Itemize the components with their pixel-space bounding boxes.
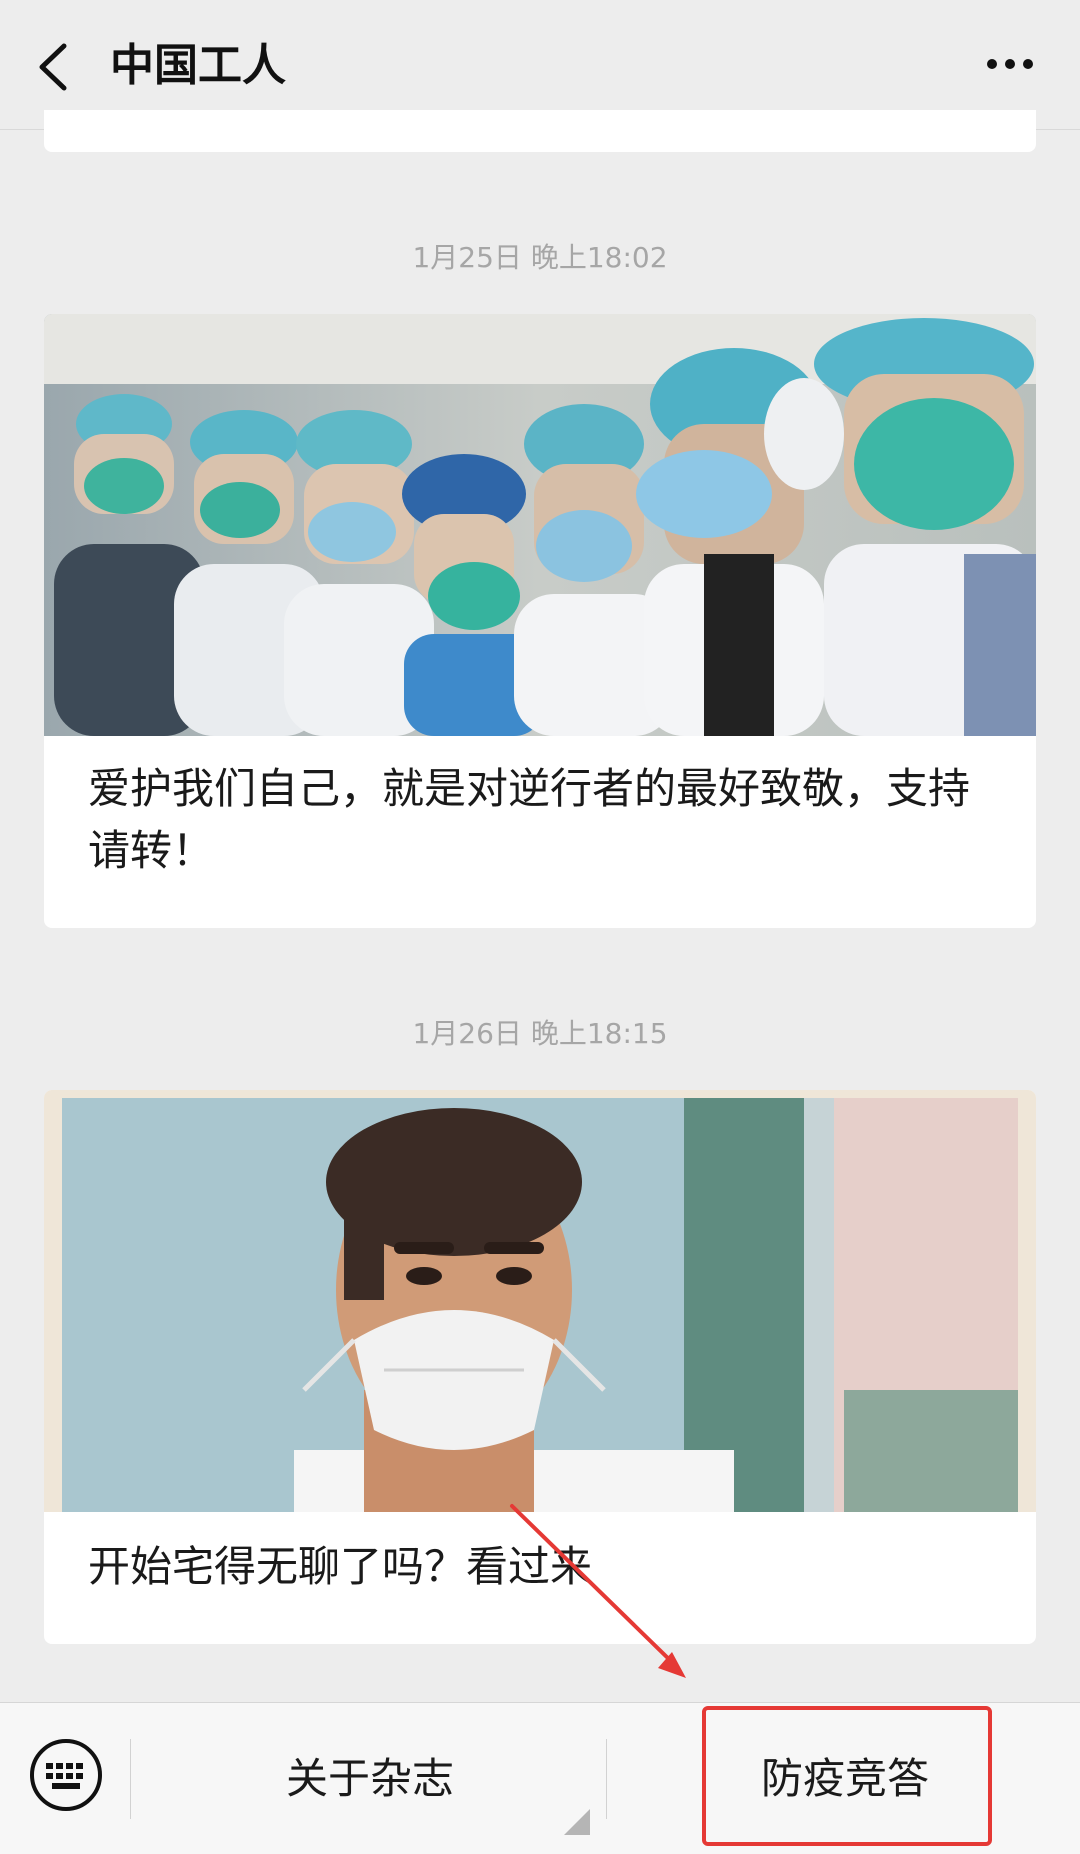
article-cover-image[interactable] [44,1090,1036,1512]
divider [606,1739,607,1819]
article-cover-image[interactable] [44,314,1036,736]
submenu-indicator-icon [564,1809,590,1835]
menu-item-epidemic-quiz[interactable]: 防疫竞答 [610,1747,1080,1811]
timestamp: 1月25日 晚上18:02 [412,241,668,274]
menu-item-about-magazine[interactable]: 关于杂志 [134,1747,606,1811]
article-card[interactable]: 开始宅得无聊了吗？看过来 [44,1090,1036,1644]
divider [130,1739,131,1819]
chevron-left-icon[interactable] [34,42,74,92]
bottom-menu-bar: 关于杂志 防疫竞答 [0,1702,1080,1854]
page-title: 中国工人 [110,40,286,91]
article-title[interactable]: 爱护我们自己，就是对逆行者的最好致敬，支持请转！ [88,758,992,882]
previous-article-card[interactable] [44,110,1036,152]
article-title[interactable]: 开始宅得无聊了吗？看过来 [88,1536,992,1598]
more-icon[interactable] [984,54,1036,74]
keyboard-icon[interactable] [28,1737,104,1813]
timestamp: 1月26日 晚上18:15 [412,1017,668,1050]
article-card[interactable]: 爱护我们自己，就是对逆行者的最好致敬，支持请转！ [44,314,1036,928]
